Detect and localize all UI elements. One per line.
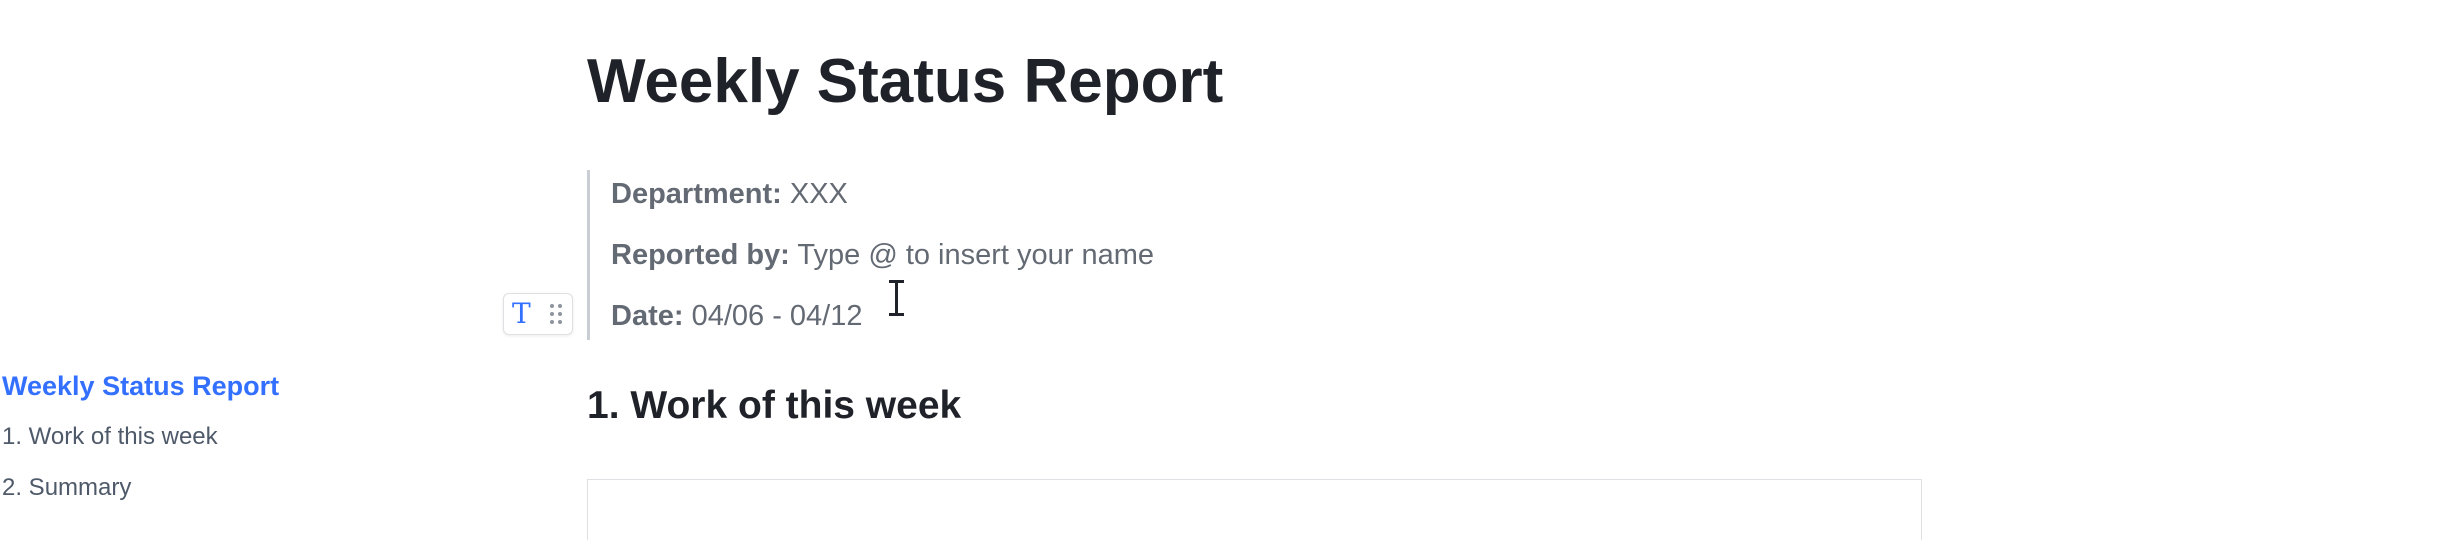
- outline-item-summary[interactable]: 2. Summary: [0, 472, 420, 504]
- department-label: Department:: [611, 178, 782, 210]
- block-handle[interactable]: T: [503, 293, 573, 335]
- outline-item-work-of-week[interactable]: 1. Work of this week: [0, 421, 420, 453]
- page-title[interactable]: Weekly Status Report: [587, 46, 1223, 118]
- outline-item-title[interactable]: Weekly Status Report: [0, 370, 420, 402]
- reported-by-line[interactable]: Reported by: Type @ to insert your name: [611, 237, 1154, 273]
- department-value: XXX: [789, 178, 848, 210]
- text-type-icon[interactable]: T: [512, 300, 531, 328]
- date-line[interactable]: Date: 04/06 - 04/12: [611, 298, 863, 334]
- drag-handle-icon[interactable]: [550, 304, 564, 324]
- section-heading-work-of-week[interactable]: 1. Work of this week: [587, 381, 961, 431]
- department-line[interactable]: Department: XXX: [611, 176, 848, 212]
- text-cursor-icon: [885, 280, 907, 316]
- reported-by-label: Reported by:: [611, 239, 790, 271]
- document-outline: Weekly Status Report 1. Work of this wee…: [0, 370, 420, 504]
- work-table[interactable]: [587, 479, 1922, 540]
- date-label: Date:: [611, 300, 684, 332]
- reported-by-placeholder: Type @ to insert your name: [797, 239, 1155, 271]
- date-value: 04/06 - 04/12: [691, 300, 863, 332]
